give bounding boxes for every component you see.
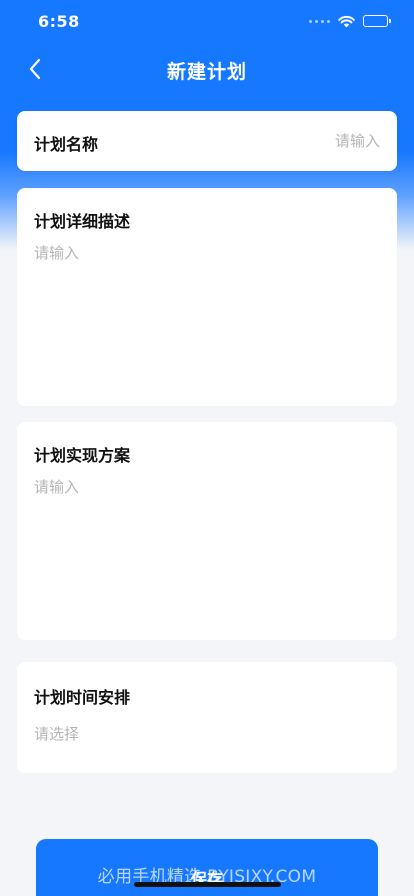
- page-title: 新建计划: [166, 61, 247, 83]
- plan-name-card: 计划名称: [17, 111, 397, 171]
- save-button[interactable]: 保存: [36, 839, 378, 896]
- wifi-icon: [338, 15, 355, 27]
- status-indicators: [309, 14, 391, 28]
- home-indicator: [134, 882, 281, 887]
- plan-schedule-label: 计划时间安排: [34, 688, 131, 707]
- status-time: 6:58: [38, 12, 80, 31]
- navigation-bar: 新建计划: [0, 44, 414, 94]
- plan-schedule-select[interactable]: 请选择: [34, 720, 380, 748]
- plan-name-label: 计划名称: [34, 135, 99, 154]
- battery-icon: [363, 15, 391, 27]
- status-bar: 6:58: [0, 0, 414, 44]
- plan-name-input[interactable]: [220, 127, 380, 155]
- plan-solution-input[interactable]: [34, 476, 380, 626]
- plan-description-input[interactable]: [34, 242, 380, 392]
- plan-schedule-card: 计划时间安排 请选择: [17, 662, 397, 773]
- plan-solution-card: 计划实现方案: [17, 422, 397, 640]
- plan-description-label: 计划详细描述: [34, 212, 131, 231]
- plan-description-card: 计划详细描述: [17, 188, 397, 406]
- cellular-signal-icon: [309, 19, 330, 23]
- plan-solution-label: 计划实现方案: [34, 446, 131, 465]
